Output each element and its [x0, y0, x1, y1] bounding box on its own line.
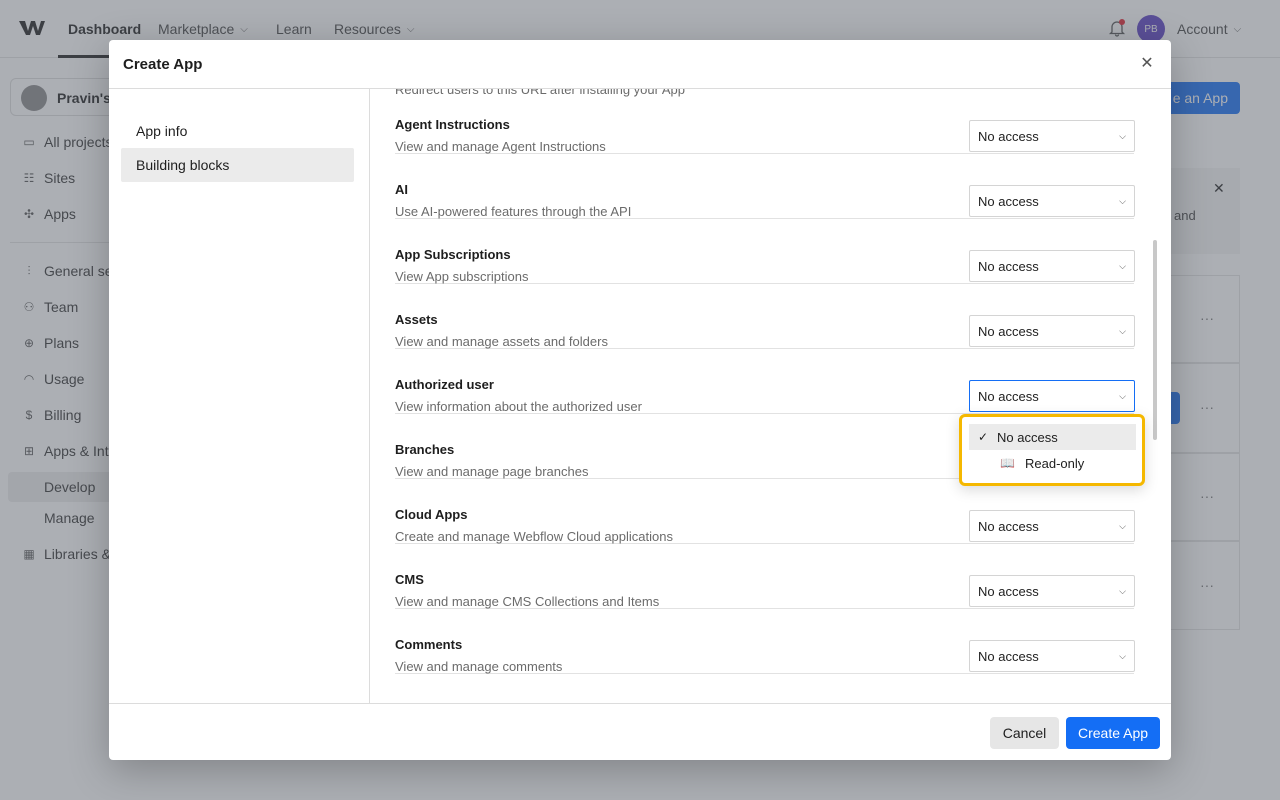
chevron-down-icon: ⌵ — [1119, 390, 1126, 401]
modal-nav-app-info[interactable]: App info — [121, 114, 354, 148]
permission-description: View App subscriptions — [395, 269, 529, 284]
chevron-down-icon: ⌵ — [1119, 130, 1126, 141]
permission-row-authorized-user: Authorized user View information about t… — [395, 349, 1135, 414]
permission-name: App Subscriptions — [395, 247, 511, 262]
permission-description: View and manage CMS Collections and Item… — [395, 594, 660, 609]
dropdown-option-no-access[interactable]: ✓ No access — [969, 424, 1136, 450]
permission-name: Agent Instructions — [395, 117, 510, 132]
chevron-down-icon: ⌵ — [1119, 585, 1126, 596]
access-select-open[interactable]: No access ⌵ — [969, 380, 1135, 412]
access-select[interactable]: No access ⌵ — [969, 510, 1135, 542]
chevron-down-icon: ⌵ — [1119, 325, 1126, 336]
permission-name: Cloud Apps — [395, 507, 468, 522]
permission-description: View and manage Agent Instructions — [395, 139, 606, 154]
book-icon: 📖 — [1000, 456, 1015, 470]
access-select[interactable]: No access ⌵ — [969, 575, 1135, 607]
access-select[interactable]: No access ⌵ — [969, 315, 1135, 347]
chevron-down-icon: ⌵ — [1119, 195, 1126, 206]
permission-name: Branches — [395, 442, 455, 457]
permission-row-cms: CMS View and manage CMS Collections and … — [395, 544, 1135, 609]
create-app-button[interactable]: Create App — [1066, 717, 1160, 749]
permission-row-comments: Comments View and manage comments No acc… — [395, 609, 1135, 674]
permission-description: Use AI-powered features through the API — [395, 204, 632, 219]
dropdown-option-read-only[interactable]: 📖 Read-only — [969, 450, 1136, 476]
modal-title: Create App — [123, 56, 203, 73]
permission-name: AI — [395, 182, 408, 197]
scrollbar[interactable] — [1153, 240, 1157, 440]
permission-description: View information about the authorized us… — [395, 399, 642, 414]
permission-row-cloud-apps: Cloud Apps Create and manage Webflow Clo… — [395, 479, 1135, 544]
check-icon: ✓ — [977, 430, 989, 444]
permission-description: View and manage assets and folders — [395, 334, 608, 349]
permission-row-app-subscriptions: App Subscriptions View App subscriptions… — [395, 219, 1135, 284]
close-icon[interactable]: ✕ — [1137, 54, 1157, 74]
modal-nav-building-blocks[interactable]: Building blocks — [121, 148, 354, 182]
permission-name: Authorized user — [395, 377, 494, 392]
modal-header: Create App ✕ — [109, 40, 1171, 89]
permission-row-assets: Assets View and manage assets and folder… — [395, 284, 1135, 349]
access-select[interactable]: No access ⌵ — [969, 250, 1135, 282]
permission-name: Comments — [395, 637, 463, 652]
chevron-down-icon: ⌵ — [1119, 260, 1126, 271]
cancel-button[interactable]: Cancel — [990, 717, 1059, 749]
permission-name: Assets — [395, 312, 438, 327]
access-select[interactable]: No access ⌵ — [969, 120, 1135, 152]
permission-description: View and manage comments — [395, 659, 563, 674]
chevron-down-icon: ⌵ — [1119, 520, 1126, 531]
chevron-down-icon: ⌵ — [1119, 650, 1126, 661]
permission-name: CMS — [395, 572, 424, 587]
access-select[interactable]: No access ⌵ — [969, 185, 1135, 217]
modal-sidebar: App info Building blocks — [109, 89, 370, 703]
permissions-list: Redirect users to this URL after install… — [371, 89, 1171, 703]
access-dropdown-menu: ✓ No access 📖 Read-only — [959, 414, 1145, 486]
create-app-modal: Create App ✕ App info Building blocks Re… — [109, 40, 1171, 760]
permission-row-agent-instructions: Agent Instructions View and manage Agent… — [395, 89, 1135, 154]
permission-row-ai: AI Use AI-powered features through the A… — [395, 154, 1135, 219]
access-select[interactable]: No access ⌵ — [969, 640, 1135, 672]
permission-description: Create and manage Webflow Cloud applicat… — [395, 529, 673, 544]
permission-description: View and manage page branches — [395, 464, 589, 479]
modal-footer: Cancel Create App — [109, 703, 1171, 760]
